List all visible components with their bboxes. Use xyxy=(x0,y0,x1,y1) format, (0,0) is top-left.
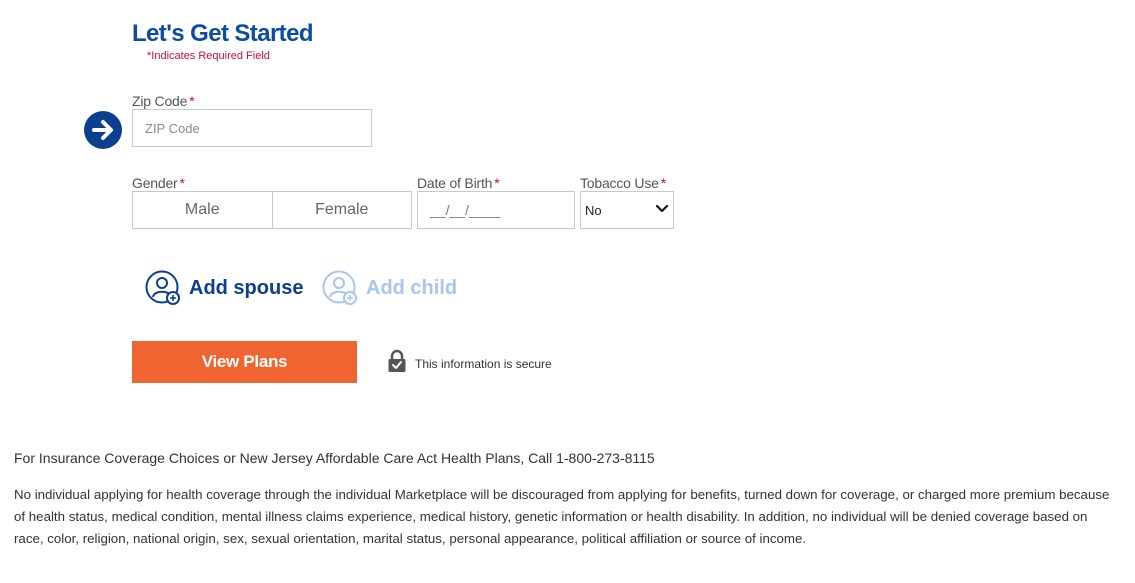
dob-label: Date of Birth * xyxy=(417,175,500,191)
zip-label-text: Zip Code xyxy=(132,93,188,109)
gender-label-text: Gender xyxy=(132,175,178,191)
zip-required-star: * xyxy=(189,93,195,109)
tobacco-use-select[interactable]: No xyxy=(580,191,674,229)
dob-required-star: * xyxy=(494,175,500,191)
page-title: Let's Get Started xyxy=(132,20,313,47)
zip-label: Zip Code * xyxy=(132,93,195,109)
add-spouse-button[interactable]: Add spouse xyxy=(145,270,303,306)
arrow-right-icon xyxy=(84,111,122,149)
dob-label-text: Date of Birth xyxy=(417,175,493,191)
tobacco-label-text: Tobacco Use xyxy=(580,175,659,191)
required-field-note: *Indicates Required Field xyxy=(147,50,270,62)
zip-code-input[interactable] xyxy=(132,109,372,147)
date-of-birth-input[interactable]: __/__/____ xyxy=(417,191,575,229)
gender-female-button[interactable]: Female xyxy=(271,192,412,228)
gender-male-button[interactable]: Male xyxy=(133,192,272,228)
gender-toggle: Male Female xyxy=(132,191,412,229)
add-child-button[interactable]: Add child xyxy=(322,270,457,306)
tobacco-label: Tobacco Use * xyxy=(580,175,666,191)
gender-required-star: * xyxy=(179,175,185,191)
add-child-label: Add child xyxy=(366,276,458,299)
view-plans-button[interactable]: View Plans xyxy=(132,341,357,383)
gender-label: Gender * xyxy=(132,175,185,191)
footer-call-text: For Insurance Coverage Choices or New Je… xyxy=(14,450,655,466)
footer-disclaimer: No individual applying for health covera… xyxy=(14,487,1110,546)
lock-icon xyxy=(388,349,406,372)
add-person-icon xyxy=(145,270,180,305)
secure-info-text: This information is secure xyxy=(415,357,552,371)
add-spouse-label: Add spouse xyxy=(189,276,304,299)
add-person-icon xyxy=(322,270,357,305)
tobacco-required-star: * xyxy=(660,175,666,191)
